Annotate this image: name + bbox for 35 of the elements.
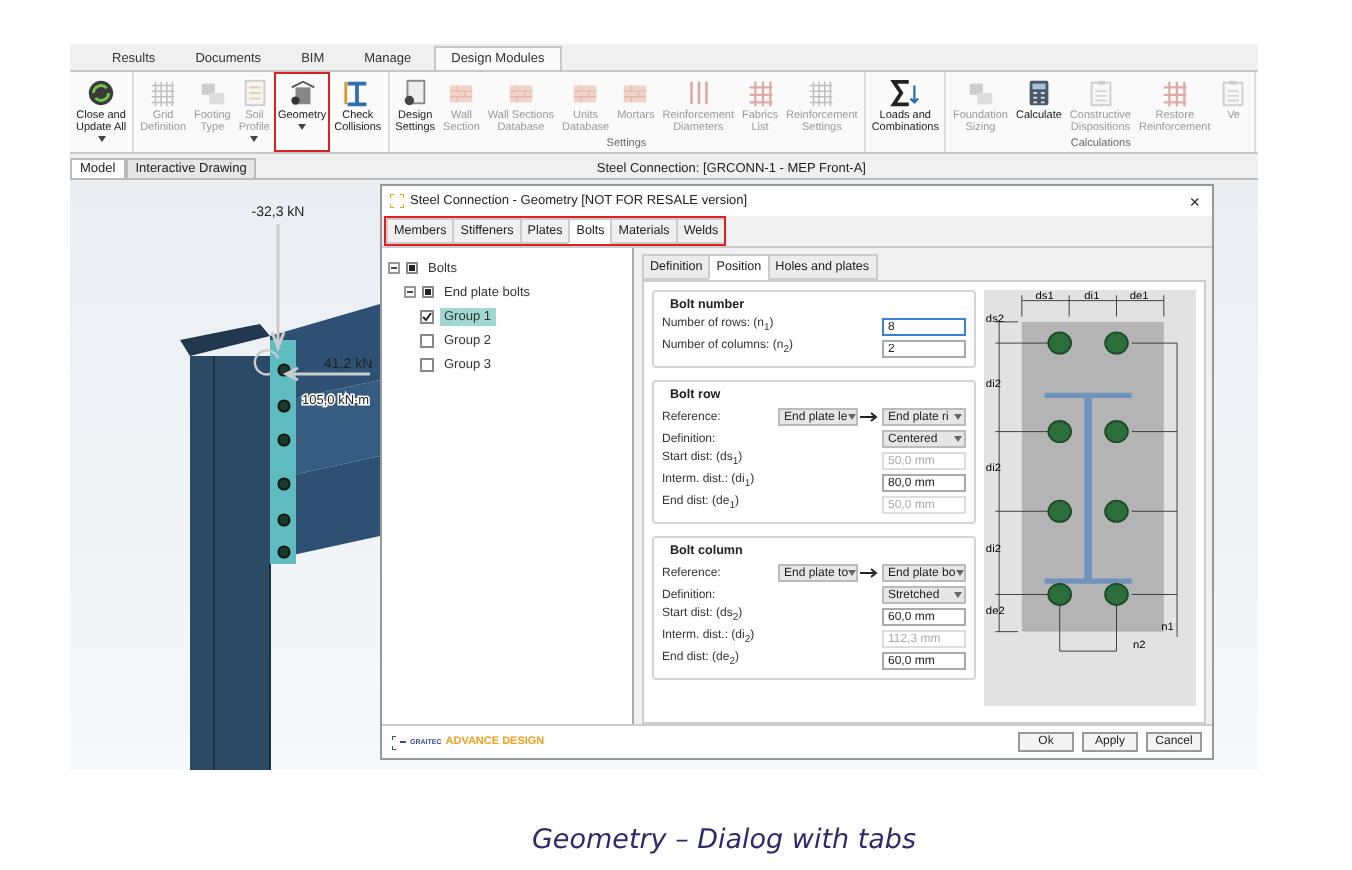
checkbox[interactable] (420, 309, 434, 323)
collapse-icon[interactable] (388, 262, 400, 274)
grid-icon (806, 78, 837, 108)
clipboard-icon (1218, 78, 1249, 108)
caret-icon (954, 436, 962, 442)
logo-icon (392, 735, 406, 749)
caption: Geometry – Dialog with tabs (529, 824, 919, 856)
grid-icon (148, 78, 179, 108)
caret-icon (954, 592, 962, 598)
clipboard-icon (1085, 78, 1116, 108)
caret-icon (97, 136, 106, 142)
caret-icon (848, 570, 856, 576)
checkbox[interactable] (422, 286, 434, 298)
caret-icon (954, 414, 962, 420)
document-icon (239, 78, 270, 108)
refresh-icon (86, 78, 117, 108)
checkbox[interactable] (420, 333, 434, 347)
close-button[interactable]: × (1185, 191, 1204, 211)
caret-icon (298, 124, 307, 130)
checkbox[interactable] (406, 262, 418, 274)
blocks-icon (965, 78, 996, 108)
gear-document-icon (400, 78, 431, 108)
arrow-icon (860, 412, 878, 422)
mesh-icon (745, 78, 776, 108)
collapse-icon[interactable] (404, 286, 416, 298)
geometry-icon (287, 78, 318, 108)
caret-icon (847, 414, 856, 420)
arrow-icon (860, 568, 878, 578)
checkbox[interactable] (420, 357, 434, 371)
caret-icon (250, 136, 259, 142)
mesh-icon (1159, 78, 1190, 108)
caret-icon (955, 570, 964, 576)
sigma-icon (890, 78, 921, 108)
blocks-icon (197, 78, 228, 108)
app-icon (390, 194, 404, 208)
